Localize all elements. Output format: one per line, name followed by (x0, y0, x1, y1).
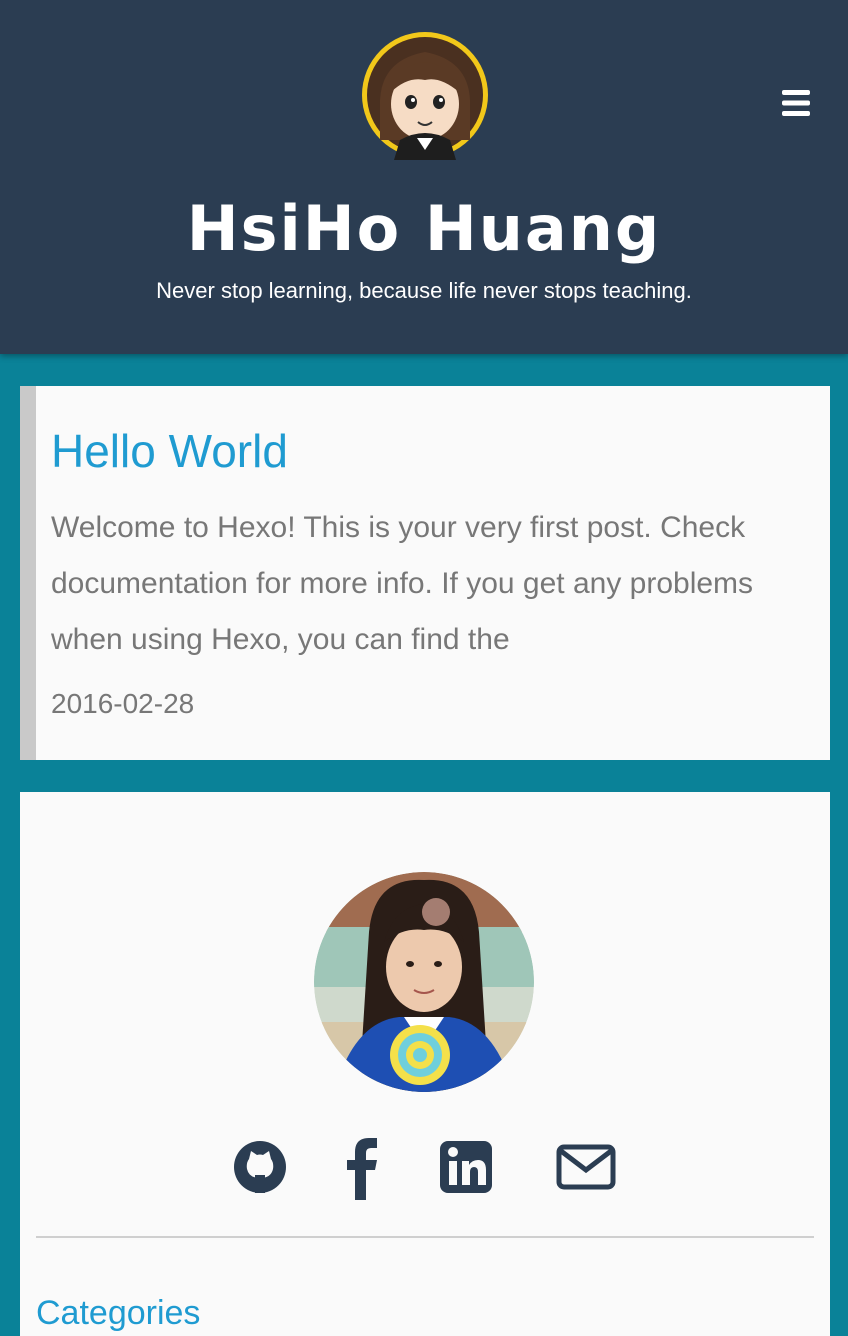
sidebar-profile: Categories (20, 792, 830, 1336)
envelope-icon[interactable] (554, 1137, 618, 1197)
site-title[interactable]: HsiHo Huang (0, 192, 848, 265)
post-card: Hello World Welcome to Hexo! This is you… (20, 386, 830, 760)
post-date: 2016-02-28 (51, 688, 195, 719)
profile-photo (314, 872, 534, 1092)
site-subtitle: Never stop learning, because life never … (156, 278, 692, 303)
bars-icon[interactable] (780, 88, 812, 118)
sidebar-divider (36, 1236, 814, 1238)
site-header: HsiHo Huang Never stop learning, because… (0, 0, 848, 354)
categories-heading: Categories (36, 1294, 201, 1332)
post-excerpt: Welcome to Hexo! This is your very first… (51, 511, 754, 656)
post-title-link[interactable]: Hello World (51, 424, 288, 478)
github-icon[interactable] (230, 1137, 290, 1197)
linkedin-icon[interactable] (436, 1137, 496, 1197)
facebook-icon[interactable] (333, 1134, 393, 1200)
cartoon-avatar-logo[interactable] (360, 30, 490, 160)
